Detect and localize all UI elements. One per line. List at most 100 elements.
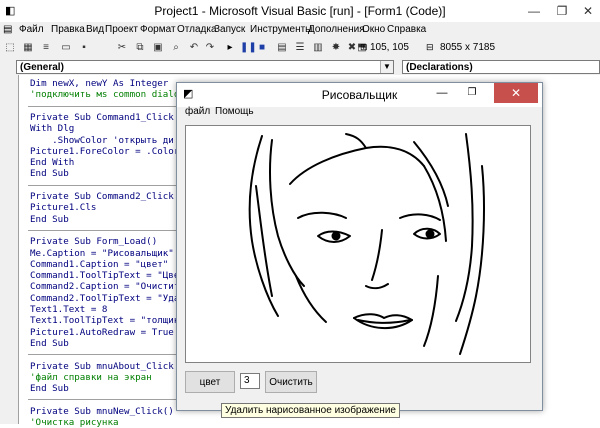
paste-icon[interactable]: ▣ [152,41,164,54]
face-drawing [248,133,485,355]
form-close-button[interactable]: ✕ [494,83,538,103]
main-menu-bar: ▤ Файл Правка Вид Проект Формат Отладка … [0,22,600,39]
procedure-separator [28,184,178,186]
code-gutter [0,75,18,424]
object-combo[interactable]: (General) ▼ [16,60,394,74]
hair-stroke [255,185,273,297]
procedure-separator [28,105,178,107]
size-readout: 8055 x 7185 [440,42,496,53]
menu-view[interactable]: Вид [86,24,104,35]
code-line[interactable]: End Sub [30,214,69,225]
object-browser-icon[interactable]: ✸ [330,41,342,54]
code-line[interactable]: Private Sub mnuAbout_Click [30,361,174,372]
code-line[interactable]: End Sub [30,168,69,179]
standard-toolbar: ⬚ ▦ ≡ ▭ ▪ ✂ ⧉ ▣ ⌕ ↶ ↷ ▸ ❚❚ ■ ▤ ☰ ▥ ✸ ✖ ⬒… [0,39,600,58]
menu-debug[interactable]: Отладка [177,24,217,35]
size-icon: ⊟ [426,42,434,52]
hair-stroke [413,141,449,207]
clear-button[interactable]: Очистить [265,371,317,393]
save-icon[interactable]: ▪ [78,41,90,54]
code-line[interactable]: Dim newX, newY As Integer [30,78,168,89]
code-line[interactable]: Text1.ToolTipText = "толщин [30,315,179,326]
form-minimize-button[interactable]: — [428,83,456,103]
menu-editor-icon[interactable]: ≡ [40,41,52,54]
position-icon: ⊞ [360,42,368,52]
menu-window[interactable]: Окно [362,24,385,35]
form-menu-file[interactable]: файл [185,106,210,117]
hair-stroke [289,145,425,185]
undo-icon[interactable]: ↶ [188,41,200,54]
code-line[interactable]: Picture1.ForeColor = .Color [30,146,179,157]
drawing-canvas[interactable] [185,125,531,363]
code-line[interactable]: Private Sub Form_Load() [30,236,157,247]
code-line[interactable]: Private Sub mnuNew_Click() [30,406,174,417]
menu-edit[interactable]: Правка [51,24,85,35]
position-readout: 105, 105 [370,42,409,53]
start-icon[interactable]: ▸ [224,41,236,54]
menu-run[interactable]: Запуск [214,24,245,35]
code-line[interactable]: End With [30,157,74,168]
code-line[interactable]: Command2.ToolTipText = "Уда [30,293,179,304]
end-icon[interactable]: ■ [256,41,268,54]
code-line[interactable]: 'подключить мs common dialo [30,89,179,100]
properties-icon[interactable]: ☰ [294,41,306,54]
form-menu-bar: файл Помощь [177,106,542,121]
upper-lip [353,313,413,321]
hair-stroke [455,133,474,322]
code-line[interactable]: Command2.Caption = "Очистит [30,281,179,292]
chevron-down-icon[interactable]: ▼ [380,61,393,73]
project-explorer-icon[interactable]: ▤ [276,41,288,54]
code-line[interactable]: .ShowColor 'открыть ди [30,135,174,146]
redo-icon[interactable]: ↷ [204,41,216,54]
menu-project[interactable]: Проект [105,24,138,35]
find-icon[interactable]: ⌕ [170,41,182,54]
procedure-combo[interactable]: (Declarations) [402,60,600,74]
menu-tools[interactable]: Инструменты [250,24,312,35]
code-line[interactable]: Command1.ToolTipText = "Цве [30,270,179,281]
hair-stroke [269,139,305,287]
code-line[interactable]: End Sub [30,383,69,394]
restore-button[interactable]: ❐ [548,0,576,22]
procedure-separator [28,399,178,401]
code-line[interactable]: Picture1.AutoRedraw = True [30,327,174,338]
open-icon[interactable]: ▭ [60,41,72,54]
thickness-input[interactable]: 3 [240,373,260,389]
right-pupil [425,229,435,239]
menu-addins[interactable]: Дополнения [308,24,365,35]
form-menu-help[interactable]: Помощь [215,106,254,117]
code-line[interactable]: With Dlg [30,123,74,134]
code-line[interactable]: Command1.Caption = "цвет" [30,259,168,270]
color-button[interactable]: цвет [185,371,235,393]
mouth-line [357,319,411,324]
code-line[interactable]: Text1.Text = 8 [30,304,107,315]
form-title-bar: ◩ Рисовальщик — ❐ ✕ [177,83,542,107]
window-title: Project1 - Microsoft Visual Basic [run] … [154,4,446,18]
clear-button-tooltip: Удалить нарисованное изображение [221,403,400,418]
code-line[interactable]: 'Очистка рисунка [30,417,119,428]
procedure-separator [28,354,178,356]
vb-icon[interactable]: ⬚ [4,41,16,54]
cut-icon[interactable]: ✂ [116,41,128,54]
minimize-button[interactable]: — [520,0,548,22]
form-maximize-button[interactable]: ❐ [458,83,486,103]
menu-file[interactable]: Файл [19,24,44,35]
code-line[interactable]: 'файл справки на экран [30,372,152,383]
hair-stroke [345,133,367,149]
menu-help[interactable]: Справка [387,24,426,35]
code-line[interactable]: Picture1.Cls [30,202,96,213]
code-line[interactable]: Private Sub Command2_Click [30,191,174,202]
code-window-icon[interactable]: ▤ [3,24,12,35]
code-line[interactable]: End Sub [30,338,69,349]
add-form-icon[interactable]: ▦ [22,41,34,54]
code-line[interactable]: Me.Caption = "Рисовальщик" [30,248,174,259]
left-eyebrow [297,211,347,219]
copy-icon[interactable]: ⧉ [134,41,146,54]
break-icon[interactable]: ❚❚ [240,41,257,54]
drawing-form: ◩ Рисовальщик — ❐ ✕ файл Помощь цвет 3 О… [176,82,543,411]
code-line[interactable]: Private Sub Command1_Click [30,112,174,123]
close-button[interactable]: ✕ [574,0,600,22]
main-title-bar: ◧ Project1 - Microsoft Visual Basic [run… [0,0,600,23]
form-layout-icon[interactable]: ▥ [312,41,324,54]
menu-format[interactable]: Формат [140,24,176,35]
hair-stroke [248,135,279,317]
